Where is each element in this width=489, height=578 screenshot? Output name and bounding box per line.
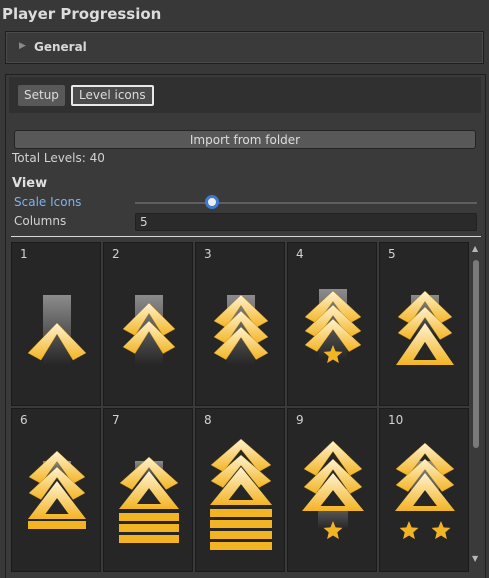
level-number: 5 <box>388 247 396 261</box>
scroll-up-icon[interactable]: ▲ <box>472 244 478 253</box>
level-icon-grid: 1 2 3 4 5 6 7 8 9 10 <box>11 242 471 575</box>
level-icon-cell[interactable]: 5 <box>379 242 469 406</box>
level-number: 2 <box>112 247 120 261</box>
level-icon-cell[interactable]: 9 <box>287 408 377 572</box>
triangle-right-icon: ▶ <box>19 41 26 51</box>
grid-scrollbar[interactable]: ▲ ▼ <box>471 244 481 569</box>
level-number: 8 <box>204 413 212 427</box>
import-from-folder-button[interactable]: Import from folder <box>14 130 476 149</box>
level-number: 4 <box>296 247 304 261</box>
level-icon-cell[interactable]: 3 <box>195 242 285 406</box>
tab-bar: Setup Level icons <box>9 77 481 113</box>
view-heading: View <box>12 176 48 191</box>
columns-label: Columns <box>14 214 67 228</box>
scroll-down-icon[interactable]: ▼ <box>472 554 478 563</box>
level-icon-cell[interactable]: 6 <box>11 408 101 572</box>
tab-setup[interactable]: Setup <box>18 85 65 106</box>
level-icons-panel: Setup Level icons Import from folder Tot… <box>5 74 486 578</box>
level-number: 10 <box>388 413 404 427</box>
scrollbar-thumb[interactable] <box>473 260 479 448</box>
level-icon-cell[interactable]: 8 <box>195 408 285 572</box>
level-icon-cell[interactable]: 7 <box>103 408 193 572</box>
level-number: 9 <box>296 413 304 427</box>
general-foldout[interactable]: ▶ General <box>5 31 484 64</box>
level-icon-cell[interactable]: 1 <box>11 242 101 406</box>
tab-level-icons[interactable]: Level icons <box>71 85 154 106</box>
foldout-label: General <box>34 40 87 54</box>
window-title: Player Progression <box>2 5 162 23</box>
total-levels-label: Total Levels: 40 <box>12 151 105 165</box>
level-icon-cell[interactable]: 2 <box>103 242 193 406</box>
scale-icons-label: Scale Icons <box>14 195 82 209</box>
scale-icons-slider-thumb[interactable] <box>205 195 219 209</box>
columns-field[interactable]: 5 <box>135 213 477 231</box>
level-number: 7 <box>112 413 120 427</box>
scale-icons-slider-track[interactable] <box>135 202 477 204</box>
level-number: 3 <box>204 247 212 261</box>
level-icon-cell[interactable]: 10 <box>379 408 469 572</box>
divider <box>11 236 481 237</box>
level-icon-cell[interactable]: 4 <box>287 242 377 406</box>
level-number: 6 <box>20 413 28 427</box>
level-number: 1 <box>20 247 28 261</box>
